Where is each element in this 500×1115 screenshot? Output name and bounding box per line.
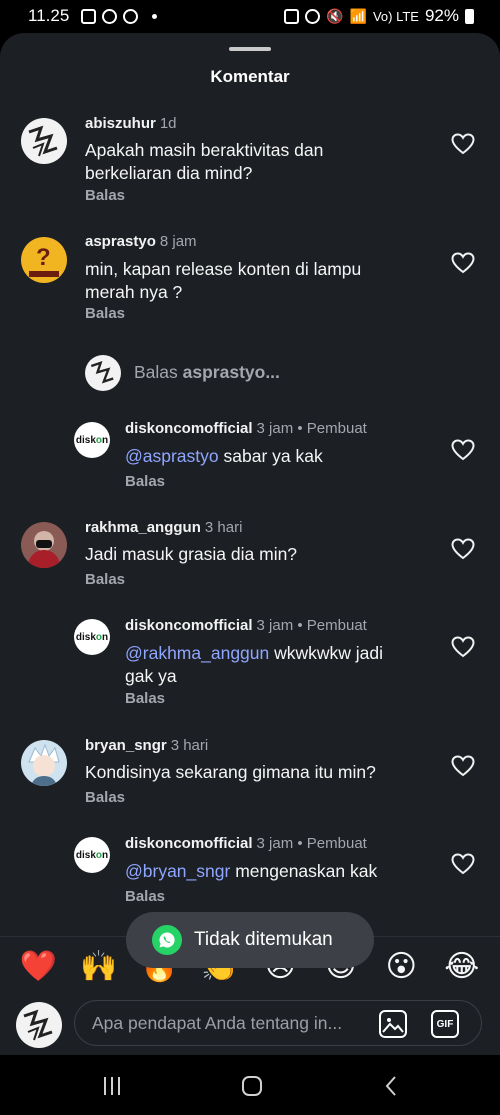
comment-time: 3 hari [170,737,209,754]
comment-header: asprastyo 8 jam [85,233,197,250]
comment-time: 3 jam • Pembuat [256,617,367,634]
comment-username[interactable]: rakhma_anggun [85,519,201,536]
network-label: Vo) LTE [372,8,419,24]
comment-text: @bryan_sngr mengenaskan kak [125,860,445,883]
like-heart-icon[interactable] [451,133,475,155]
mention-link[interactable]: @asprastyo [125,446,219,466]
reply-button[interactable]: Balas [85,305,125,322]
comment-text: min, kapan release konten di lampu merah… [85,259,362,302]
play-icon [123,8,139,24]
avatar[interactable]: diskon [74,619,110,655]
emoji-surprised-button[interactable]: 😮 [379,945,423,989]
status-left: 11.25 [28,6,158,26]
comment-time: 3 jam • Pembuat [256,835,367,852]
comment-body: sabar ya kak [218,446,323,466]
comment-header: diskoncomofficial 3 jam • Pembuat [125,617,367,634]
comment-header: abiszuhur 1d [85,115,177,132]
comment-text: Jadi masuk grasia dia min? [85,544,298,564]
comment-username[interactable]: diskoncomofficial [125,420,253,437]
system-navigation-bar [0,1055,500,1115]
comment-header: diskoncomofficial 3 jam • Pembuat [125,835,367,852]
comment-text: Apakah masih beraktivitas dan berkeliara… [85,140,324,183]
mention-link[interactable]: @rakhma_anggun [125,643,269,663]
comment-username[interactable]: asprastyo [85,233,156,250]
avatar[interactable] [21,522,67,568]
toast-text: Tidak ditemukan [194,929,333,950]
comment-username[interactable]: diskoncomofficial [125,835,253,852]
whatsapp-icon [152,925,182,955]
comment-time: 8 jam [159,233,197,250]
image-icon[interactable] [379,1010,407,1038]
comment-time: 1d [159,115,177,132]
status-bar: 11.25 🔇 📶 Vo) LTE 92% [0,0,500,32]
reply-prompt-user: asprastyo... [182,362,280,382]
my-avatar [16,1002,62,1048]
comment-header: bryan_sngr 3 hari [85,737,208,754]
like-heart-icon[interactable] [451,439,475,461]
comment-username[interactable]: abiszuhur [85,115,156,132]
svg-text:?: ? [36,244,51,271]
my-avatar [85,355,121,391]
more-notifications-icon [152,13,158,19]
battery-percent: 92% [424,6,459,25]
like-heart-icon[interactable] [451,252,475,274]
reply-prompt[interactable]: Balas asprastyo... [134,362,280,383]
like-heart-icon[interactable] [451,538,475,560]
comment-text: @rakhma_anggun wkwkwkw jadi gak ya [125,642,415,688]
avatar[interactable]: ? [21,237,67,283]
avatar-logo: diskon [75,434,109,446]
chat-icon [102,8,118,24]
emoji-raised-hands-button[interactable]: 🙌 [77,945,121,989]
comment-input[interactable] [92,1012,372,1034]
gallery-icon [81,8,97,24]
mute-icon: 🔇 [326,7,344,24]
reply-button[interactable]: Balas [85,571,125,588]
wifi-icon: 📶 [349,7,367,24]
reply-button[interactable]: Balas [125,690,165,707]
sheet-drag-handle[interactable] [229,47,271,51]
toast-notification: Tidak ditemukan [126,912,374,968]
reply-button[interactable]: Balas [85,187,125,204]
back-icon[interactable] [379,1073,405,1099]
recent-apps-icon[interactable] [99,1073,125,1099]
status-time: 11.25 [28,6,70,25]
comment-text: Kondisinya sekarang gimana itu min? [85,762,376,782]
mention-link[interactable]: @bryan_sngr [125,861,230,881]
alarm-icon [305,8,321,24]
like-heart-icon[interactable] [451,636,475,658]
avatar[interactable]: diskon [74,422,110,458]
emoji-heart-button[interactable]: ❤️ [16,945,60,989]
gif-button[interactable]: GIF [431,1010,459,1038]
comment-username[interactable]: diskoncomofficial [125,617,253,634]
reply-button[interactable]: Balas [125,473,165,490]
like-heart-icon[interactable] [451,853,475,875]
like-heart-icon[interactable] [451,755,475,777]
comment-body: mengenaskan kak [230,861,378,881]
comment-text: @asprastyo sabar ya kak [125,445,425,468]
avatar-logo: diskon [75,849,109,861]
comment-input-container: GIF [74,1000,482,1046]
reply-button[interactable]: Balas [85,789,125,806]
emoji-laughing-button[interactable]: 😂 [440,945,484,989]
battery-icon [465,8,474,24]
status-right: 🔇 📶 Vo) LTE 92% [284,6,474,26]
home-icon[interactable] [239,1073,265,1099]
comment-header: rakhma_anggun 3 hari [85,519,242,536]
reply-prompt-prefix: Balas [134,362,183,382]
reply-button[interactable]: Balas [125,888,165,905]
sheet-title: Komentar [210,67,290,86]
avatar[interactable] [21,118,67,164]
comment-header: diskoncomofficial 3 jam • Pembuat [125,420,367,437]
comment-time: 3 jam • Pembuat [256,420,367,437]
comment-username[interactable]: bryan_sngr [85,737,167,754]
avatar-logo: diskon [75,631,109,643]
comments-sheet: Komentar abiszuhur 1d Apakah masih berakt… [0,33,500,1055]
comment-input-bar: GIF [0,996,500,1055]
screenshot-icon [284,8,300,24]
avatar[interactable] [21,740,67,786]
comment-time: 3 hari [204,519,243,536]
avatar[interactable]: diskon [74,837,110,873]
